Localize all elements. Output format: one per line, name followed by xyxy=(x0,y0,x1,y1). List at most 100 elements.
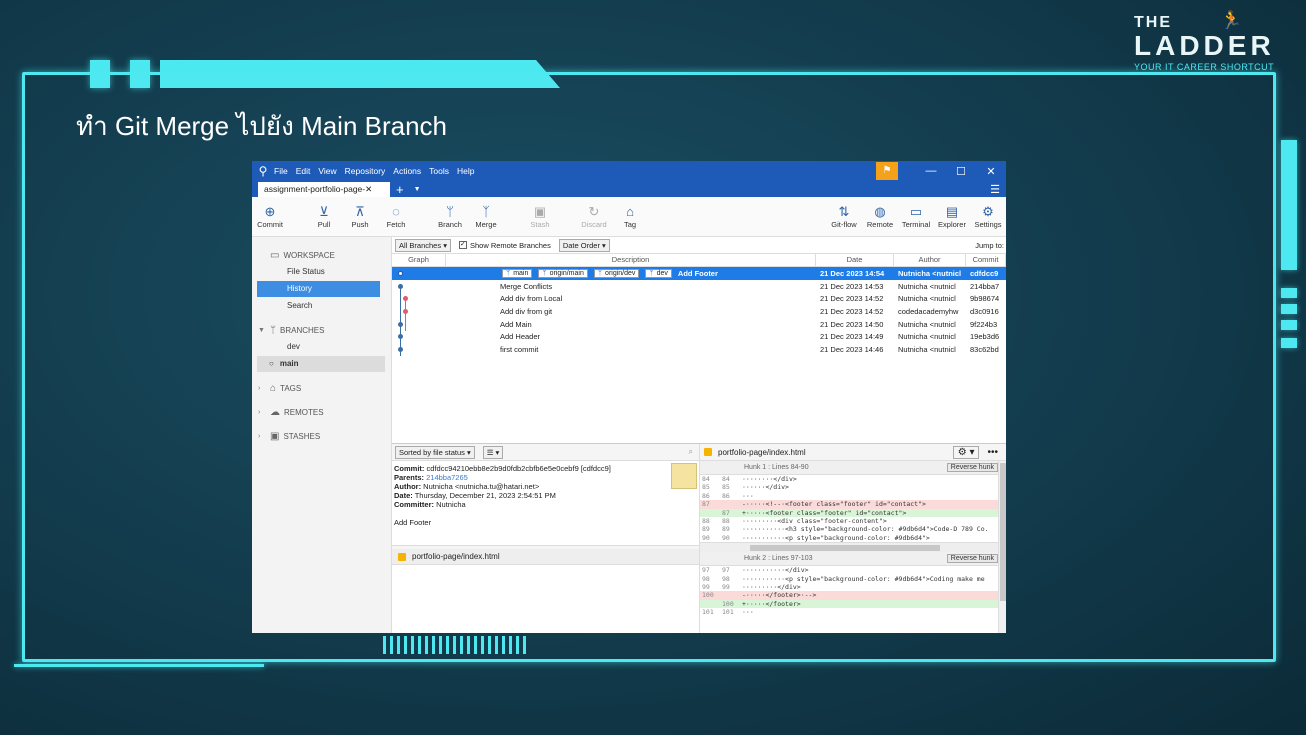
sidebar-section-tags[interactable]: › ⌂ TAGS xyxy=(252,380,391,396)
menu-actions[interactable]: Actions xyxy=(393,166,421,176)
column-commit[interactable]: Commit xyxy=(966,254,1006,266)
branch-badge[interactable]: ᛘ origin/dev xyxy=(593,268,640,278)
sidebar-item-history[interactable]: History xyxy=(257,281,380,297)
branches-filter-select[interactable]: All Branches ▾ xyxy=(395,238,451,252)
push-icon: ⊼ xyxy=(355,204,365,219)
commit-row[interactable]: first commit 21 Dec 2023 14:46 Nutnicha <n… xyxy=(392,343,1006,356)
gitflow-button[interactable]: ⇅ Git-flow xyxy=(826,204,862,229)
sidebar-section-branches[interactable]: ▼ ᛘ BRANCHES xyxy=(252,322,391,338)
tab-repository[interactable]: assignment-portfolio-page-✕ xyxy=(258,182,390,197)
sidebar-item-dev[interactable]: dev xyxy=(252,339,391,355)
hamburger-icon[interactable]: ☰ xyxy=(990,183,1006,197)
branch-badge[interactable]: ᛘ origin/main xyxy=(538,268,588,278)
diff-line[interactable]: 100 +·····</footer> xyxy=(700,599,1006,609)
commit-row[interactable]: Add div from git 21 Dec 2023 14:52 codedac… xyxy=(392,305,1006,318)
maximize-icon[interactable]: ☐ xyxy=(946,165,976,178)
add-tab-button[interactable]: + xyxy=(390,183,410,197)
chevron-right-icon: › xyxy=(258,432,261,440)
diff-panel: portfolio-page/index.html ⚙ ▾ ••• Hunk 1… xyxy=(700,444,1006,633)
terminal-button[interactable]: ▭ Terminal xyxy=(898,204,934,229)
discard-button[interactable]: ↻ Discard xyxy=(576,204,612,229)
toolbar: ⊕ Commit ⊻ Pull ⊼ Push ◌ Fetch ᛘ Branch ᛉ Merg… xyxy=(252,197,1006,237)
diff-line[interactable]: 85 85 ······</div> xyxy=(700,483,1006,491)
commit-row[interactable]: Add Header 21 Dec 2023 14:49 Nutnicha <nut… xyxy=(392,330,1006,343)
menu-file[interactable]: File xyxy=(274,166,288,176)
push-button[interactable]: ⊼ Push xyxy=(342,204,378,229)
pull-button[interactable]: ⊻ Pull xyxy=(306,204,342,229)
column-author[interactable]: Author xyxy=(894,254,966,266)
commit-button[interactable]: ⊕ Commit xyxy=(252,204,288,229)
sidebar-item-file-status[interactable]: File Status xyxy=(252,264,391,280)
flag-icon[interactable]: ⚑ xyxy=(876,162,898,180)
commit-row[interactable]: ᛘ main ᛘ origin/main ᛘ origin/dev ᛘ dev Add Foot… xyxy=(392,267,1006,280)
line-number: 87 xyxy=(722,508,730,517)
explorer-button[interactable]: ▤ Explorer xyxy=(934,204,970,229)
sidebar-item-main[interactable]: ○ main xyxy=(257,356,385,372)
diff-line[interactable]: 87 +·····<footer class="footer" id="conta… xyxy=(700,508,1006,517)
line-number: 90 xyxy=(702,533,710,542)
minimize-icon[interactable]: — xyxy=(916,165,946,177)
sidebar-section-stashes[interactable]: › ▣ STASHES xyxy=(252,428,391,444)
diff-line[interactable]: 88 88 ·········<div class="footer-content"… xyxy=(700,517,1006,525)
merge-button[interactable]: ᛉ Merge xyxy=(468,204,504,229)
tag-button[interactable]: ⌂ Tag xyxy=(612,204,648,229)
changed-file-row[interactable]: portfolio-page/index.html xyxy=(392,549,699,565)
menu-edit[interactable]: Edit xyxy=(296,166,311,176)
line-number: 88 xyxy=(722,516,730,525)
chevron-down-icon[interactable]: ▼ xyxy=(410,183,425,197)
diff-line[interactable]: 99 99 ·········</div> xyxy=(700,583,1006,591)
diff-line[interactable]: 86 86 ··· xyxy=(700,492,1006,500)
menu-repository[interactable]: Repository xyxy=(345,166,386,176)
diff-line[interactable]: 87 -·····<!--·<footer class="footer" id="… xyxy=(700,500,1006,509)
column-date[interactable]: Date xyxy=(816,254,894,266)
column-graph[interactable]: Graph xyxy=(392,254,446,266)
commit-row[interactable]: Add div from Local 21 Dec 2023 14:52 Nutni… xyxy=(392,292,1006,305)
line-number: 89 xyxy=(702,525,710,534)
remote-icon: ◍ xyxy=(874,204,886,219)
menu-help[interactable]: Help xyxy=(457,166,474,176)
diff-line[interactable]: 100 -·····</footer>·--> xyxy=(700,591,1006,600)
order-select[interactable]: Date Order ▾ xyxy=(558,238,610,252)
menu-view[interactable]: View xyxy=(318,166,336,176)
diff-code: ···········</div> xyxy=(742,566,809,575)
sidebar-section-workspace[interactable]: ▭ WORKSPACE xyxy=(252,247,391,263)
remote-button[interactable]: ◍ Remote xyxy=(862,204,898,229)
line-number: 90 xyxy=(722,533,730,542)
view-mode-select[interactable]: ☰ ▾ xyxy=(482,445,504,459)
reverse-hunk-button[interactable]: Reverse hunk xyxy=(946,463,998,472)
parent-hash-link[interactable]: 214bba7265 xyxy=(426,473,468,482)
commit-row[interactable]: Merge Conflicts 21 Dec 2023 14:53 Nutnicha… xyxy=(392,280,1006,293)
menu-tools[interactable]: Tools xyxy=(429,166,449,176)
diff-line[interactable]: 97 97 ···········</div> xyxy=(700,566,1006,574)
diff-line[interactable]: 98 98 ···········<p style="background-colo… xyxy=(700,575,1006,583)
horizontal-scrollbar[interactable] xyxy=(700,542,1006,553)
settings-button[interactable]: ⚙ Settings xyxy=(970,204,1006,229)
stash-button[interactable]: ▣ Stash xyxy=(522,204,558,229)
branch-badge[interactable]: ᛘ main xyxy=(502,268,533,278)
close-icon[interactable]: ✕ xyxy=(976,165,1006,178)
branch-button[interactable]: ᛘ Branch xyxy=(432,204,468,229)
column-description[interactable]: Description xyxy=(446,254,816,266)
diff-line[interactable]: 89 89 ···········<h3 style="background-col… xyxy=(700,525,1006,533)
sort-select[interactable]: Sorted by file status ▾ xyxy=(395,445,475,459)
more-options-icon[interactable]: ••• xyxy=(987,447,998,458)
vertical-scrollbar[interactable] xyxy=(998,461,1006,633)
branch-badge[interactable]: ᛘ dev xyxy=(645,268,672,278)
fetch-button[interactable]: ◌ Fetch xyxy=(378,204,414,229)
diff-line[interactable]: 90 90 ···········<p style="background-colo… xyxy=(700,534,1006,542)
tab-close-icon[interactable]: ✕ xyxy=(365,184,372,194)
sidebar-item-search[interactable]: Search xyxy=(252,298,391,314)
sidebar-section-remotes[interactable]: › ☁ REMOTES xyxy=(252,404,391,420)
line-number: 88 xyxy=(702,516,710,525)
reverse-hunk-button[interactable]: Reverse hunk xyxy=(946,554,998,564)
commit-message: Add div from git xyxy=(500,306,553,316)
diff-line[interactable]: 84 84 ········</div> xyxy=(700,475,1006,483)
title-bar: ⚲ File Edit View Repository Actions Tool… xyxy=(252,161,1006,181)
commit-row[interactable]: Add Main 21 Dec 2023 14:50 Nutnicha <nutni… xyxy=(392,318,1006,331)
commit-message: Add Footer xyxy=(677,268,718,278)
diff-options-gear-icon[interactable]: ⚙ ▾ xyxy=(952,445,980,459)
commit-description: first commit xyxy=(446,345,816,354)
show-remote-checkbox[interactable]: ✓ Show Remote Branches xyxy=(458,241,551,250)
diff-line[interactable]: 101 101 ··· xyxy=(700,608,1006,616)
search-icon[interactable]: ⌕ xyxy=(689,447,693,457)
